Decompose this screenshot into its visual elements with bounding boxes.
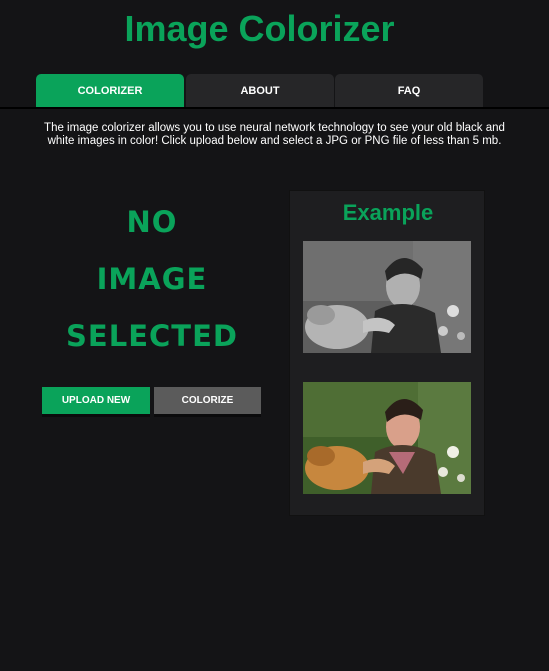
tab-faq[interactable]: FAQ xyxy=(335,74,483,107)
upload-new-button[interactable]: UPLOAD NEW xyxy=(42,387,150,414)
intro-text: The image colorizer allows you to use ne… xyxy=(44,122,505,147)
page-title: Image Colorizer xyxy=(124,8,395,49)
no-image-line-1: NO xyxy=(126,205,178,239)
example-bw-photo xyxy=(303,241,471,353)
example-panel: Example xyxy=(289,190,485,516)
tab-about[interactable]: ABOUT xyxy=(186,74,334,107)
example-color-photo xyxy=(303,382,471,494)
colorize-button[interactable]: COLORIZE xyxy=(154,387,261,414)
tab-colorizer[interactable]: COLORIZER xyxy=(36,74,184,107)
tab-divider xyxy=(0,107,549,109)
example-title: Example xyxy=(342,200,434,225)
no-image-line-3: SELECTED xyxy=(66,319,238,353)
no-image-line-2: IMAGE xyxy=(96,262,208,296)
